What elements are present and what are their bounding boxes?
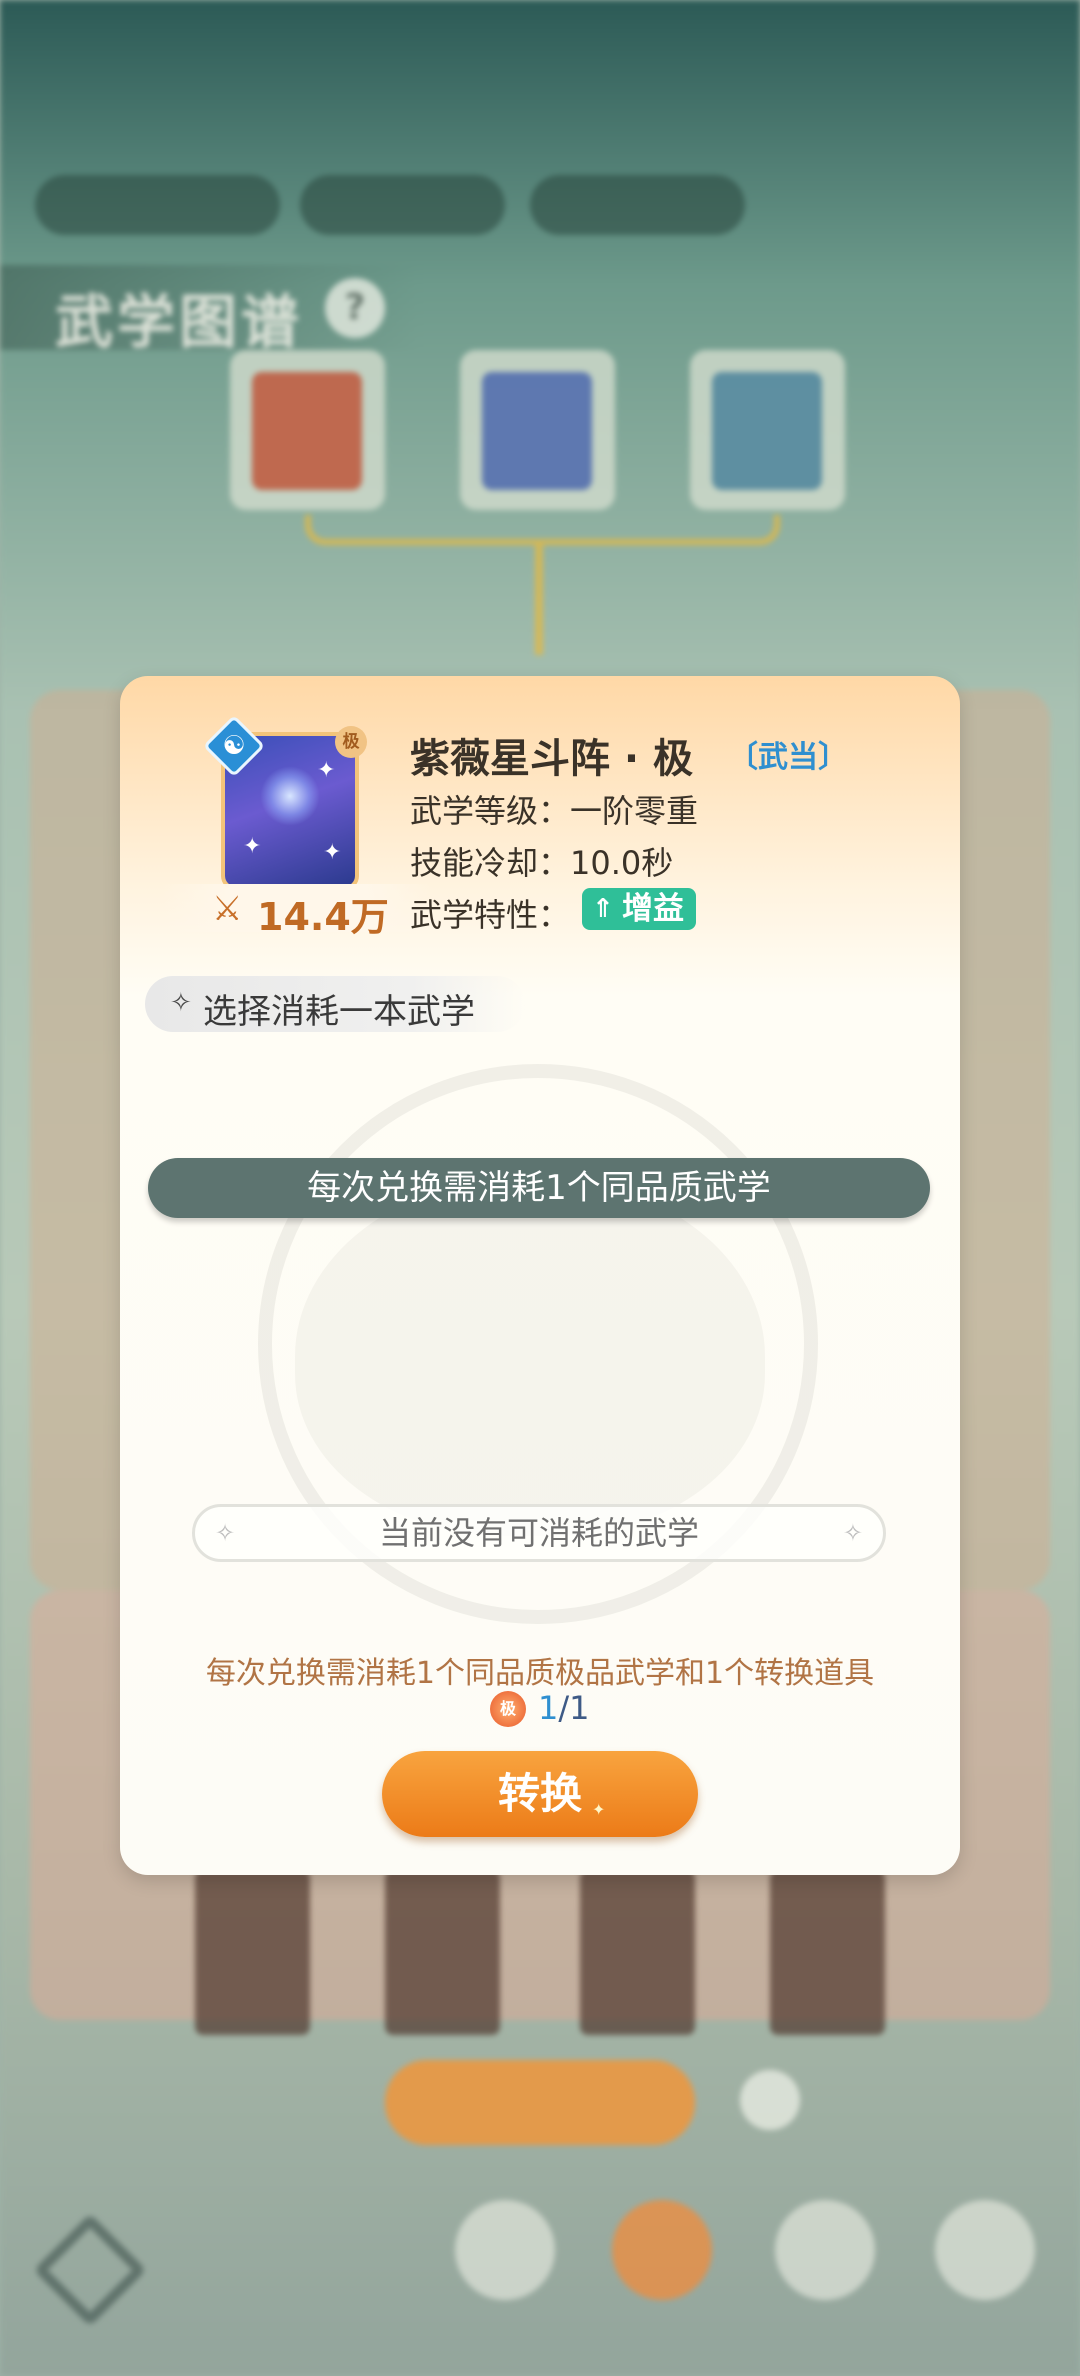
trait-value: 增益 (622, 891, 684, 927)
nav-button-4 (935, 2200, 1035, 2300)
help-icon: ? (325, 278, 385, 338)
item-count: 1/1 (538, 1689, 590, 1727)
trait-label: 武学特性： (410, 896, 571, 934)
skill-convert-dialog: ✦ ✦ ✦ ☯ 极 ⚔ 14.4万 紫薇星斗阵 · 极 〔武当〕 武学等级：一阶… (120, 676, 960, 1875)
school-tag: 〔武当〕 (728, 740, 848, 775)
sparkle-icon: ✧ (170, 988, 192, 1018)
nav-button-2 (612, 2200, 712, 2300)
tree-connector (305, 515, 780, 545)
level-label: 武学等级： (410, 792, 571, 830)
level-row: 武学等级：一阶零重 (410, 786, 698, 832)
gem-chip (530, 175, 745, 235)
trait-badge: ⇑ 增益 (582, 888, 696, 930)
book-item-2 (385, 1870, 500, 2035)
crossed-swords-icon: ⚔ (212, 889, 243, 929)
player-info-chip (35, 175, 280, 235)
book-item-4 (770, 1870, 885, 2035)
nav-button-3 (775, 2200, 875, 2300)
cooldown-value: 10.0秒 (570, 844, 674, 882)
sparkle-icon: ✦ (317, 758, 336, 783)
sparkle-icon: ✦ (592, 1800, 606, 1819)
background-action-button (385, 2060, 695, 2145)
ornament-left-icon: ✧ (215, 1519, 236, 1547)
help-icon-2 (740, 2070, 800, 2130)
tree-connector-stem (535, 545, 543, 655)
cooldown-row: 技能冷却：10.0秒 (410, 838, 673, 884)
up-arrow-icon: ⇑ (592, 894, 614, 924)
item-separator: / (558, 1689, 570, 1727)
skill-slot-1 (230, 350, 385, 510)
notice-bar: 每次兑换需消耗1个同品质武学 (148, 1158, 930, 1218)
watermark-boar-icon (295, 1176, 765, 1536)
currency-chip (300, 175, 505, 235)
yin-yang-icon: ☯ (222, 731, 246, 761)
select-prompt: ✧ 选择消耗一本武学 (145, 976, 525, 1032)
section-title: 武学图谱 (55, 288, 304, 356)
level-value: 一阶零重 (570, 792, 699, 830)
item-need: 1 (569, 1689, 590, 1727)
select-prompt-label: 选择消耗一本武学 (203, 992, 475, 1032)
skill-slot-3 (690, 350, 845, 510)
book-item-3 (580, 1870, 695, 2035)
trait-row: 武学特性： (410, 890, 570, 936)
cooldown-label: 技能冷却： (410, 844, 571, 882)
skill-name: 紫薇星斗阵 · 极 (410, 736, 694, 782)
convert-button-label: 转换 (497, 1769, 582, 1818)
item-have: 1 (538, 1689, 559, 1727)
skill-slot-2 (460, 350, 615, 510)
power-value: 14.4万 (257, 895, 389, 939)
sparkle-icon: ✦ (323, 840, 342, 865)
empty-message: 当前没有可消耗的武学 (378, 1514, 699, 1552)
ornament-right-icon: ✧ (842, 1519, 863, 1547)
menu-diamond-icon (33, 2213, 147, 2327)
cost-description: 每次兑换需消耗1个同品质极品武学和1个转换道具 (205, 1656, 875, 1691)
nav-button-1 (455, 2200, 555, 2300)
book-item-1 (195, 1870, 310, 2035)
power-row: ⚔ 14.4万 (162, 884, 432, 939)
conversion-item-icon: 极 (490, 1691, 526, 1727)
skill-glow (260, 766, 320, 826)
convert-button[interactable]: 转换 ✦ (382, 1751, 698, 1837)
grade-badge: 极 (335, 726, 367, 758)
sparkle-icon: ✦ (243, 834, 262, 859)
empty-state: ✧ 当前没有可消耗的武学 ✧ (192, 1504, 886, 1562)
